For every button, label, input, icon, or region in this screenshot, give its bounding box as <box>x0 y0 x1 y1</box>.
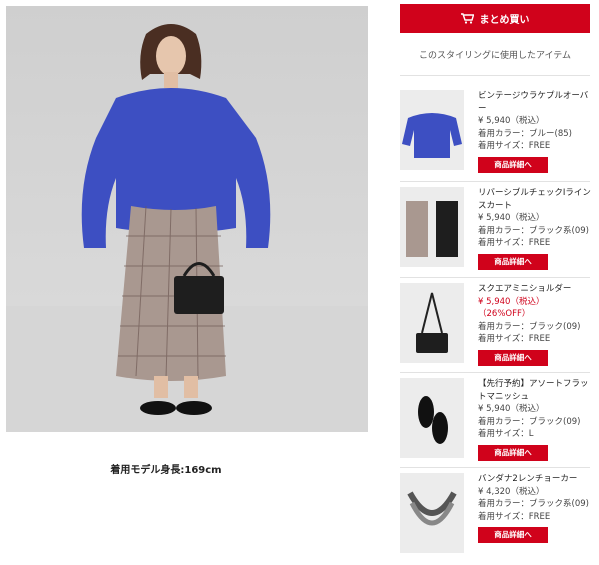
product-size: 着用サイズ：FREE <box>478 511 551 522</box>
divider <box>400 372 590 373</box>
list-item: リバーシブルチェックIラインスカート ¥ 5,940（税込） 着用カラー：ブラッ… <box>400 187 591 279</box>
product-price: ¥ 4,320（税込） <box>478 486 545 497</box>
product-size: 着用サイズ：FREE <box>478 334 551 344</box>
product-name[interactable]: 【先行予約】アソートフラットマニッシュ <box>478 378 594 403</box>
product-image[interactable] <box>400 90 464 170</box>
divider <box>400 277 590 278</box>
product-name[interactable]: スクエアミニショルダー <box>478 283 594 296</box>
divider <box>400 181 590 182</box>
product-image[interactable] <box>400 187 464 267</box>
product-size: 着用サイズ：FREE <box>478 238 551 248</box>
buy-all-label: まとめ買い <box>479 15 530 26</box>
section-title: このスタイリングに使用したアイテム <box>418 51 572 61</box>
product-name[interactable]: バンダナ2レンチョーカー <box>478 473 594 486</box>
product-price: ¥ 5,940（税込） <box>478 116 545 126</box>
list-item: バンダナ2レンチョーカー ¥ 4,320（税込） 着用カラー：ブラック系(09)… <box>400 473 590 565</box>
product-color: 着用カラー：ブラック(09) <box>478 416 581 427</box>
divider <box>400 467 590 468</box>
product-price: ¥ 5,940（税込） <box>478 296 545 307</box>
product-image[interactable] <box>400 473 464 553</box>
list-item: 【先行予約】アソートフラットマニッシュ ¥ 5,940（税込） 着用カラー：ブラ… <box>400 378 590 470</box>
product-image[interactable] <box>400 283 464 363</box>
detail-button[interactable]: 商品詳細へ <box>478 444 548 461</box>
product-price: ¥ 5,940（税込） <box>478 213 545 223</box>
divider <box>400 75 590 76</box>
product-size: 着用サイズ：FREE <box>478 141 551 151</box>
detail-button[interactable]: 商品詳細へ <box>478 349 548 366</box>
list-item: スクエアミニショルダー ¥ 5,940（税込） （26%OFF） 着用カラー：ブ… <box>400 283 590 375</box>
product-size: 着用サイズ：L <box>478 429 534 439</box>
product-discount: （26%OFF） <box>478 309 531 319</box>
list-item: ビンテージウラケプルオーバー ¥ 5,940（税込） 着用カラー：ブルー(85)… <box>400 90 590 182</box>
model-height-caption: 着用モデル身長:169cm <box>110 465 222 476</box>
product-price: ¥ 5,940（税込） <box>478 404 545 414</box>
cart-icon <box>460 13 474 24</box>
detail-button[interactable]: 商品詳細へ <box>478 156 548 173</box>
product-color: 着用カラー：ブラック(09) <box>478 321 581 332</box>
product-color: 着用カラー：ブラック系(09) <box>478 499 589 509</box>
product-name[interactable]: ビンテージウラケプルオーバー <box>478 90 594 115</box>
buy-all-button[interactable]: まとめ買い <box>400 4 590 33</box>
product-name[interactable]: リバーシブルチェックIラインスカート <box>478 187 594 212</box>
product-color: 着用カラー：ブルー(85) <box>478 128 572 139</box>
product-color: 着用カラー：ブラック系(09) <box>478 225 589 236</box>
model-photo <box>6 6 368 432</box>
product-image[interactable] <box>400 378 464 458</box>
detail-button[interactable]: 商品詳細へ <box>478 527 548 543</box>
detail-button[interactable]: 商品詳細へ <box>478 253 548 270</box>
